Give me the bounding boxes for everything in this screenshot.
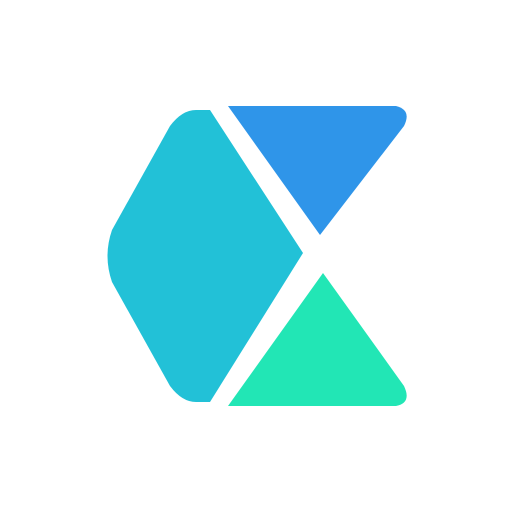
app-logo-icon [0, 0, 512, 512]
app-icon-canvas [0, 0, 512, 512]
